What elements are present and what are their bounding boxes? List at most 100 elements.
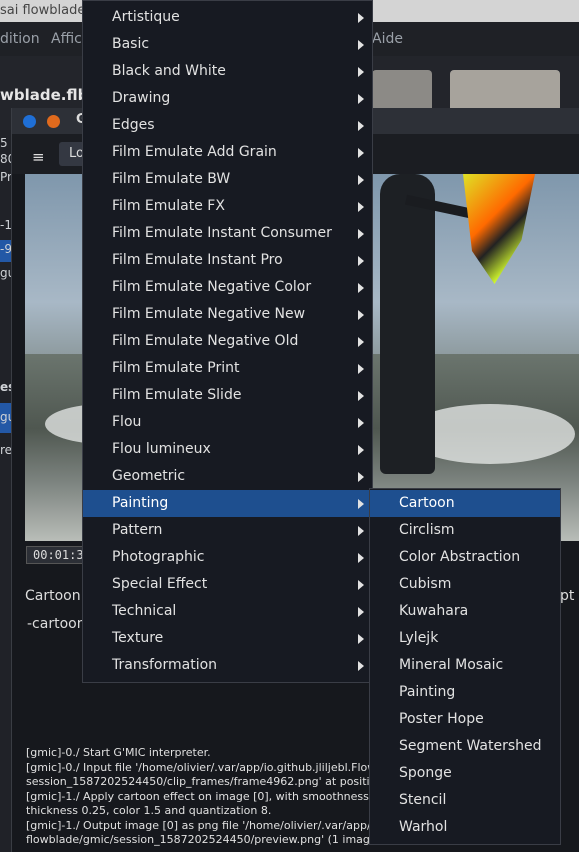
menu-item-special-effect[interactable]: Special Effect bbox=[83, 571, 372, 598]
chevron-right-icon bbox=[358, 364, 364, 374]
menu-item-label: Film Emulate Instant Pro bbox=[112, 252, 283, 268]
menu-item-flou-lumineux[interactable]: Flou lumineux bbox=[83, 436, 372, 463]
menu-item-black-and-white[interactable]: Black and White bbox=[83, 58, 372, 85]
menu-item-label: Film Emulate FX bbox=[112, 198, 225, 214]
menu-item-label: Painting bbox=[112, 495, 169, 511]
menu-item-basic[interactable]: Basic bbox=[83, 31, 372, 58]
chevron-right-icon bbox=[358, 337, 364, 347]
menu-item-geometric[interactable]: Geometric bbox=[83, 463, 372, 490]
filter-command: -cartoon bbox=[27, 616, 86, 632]
submenu-item-lylejk[interactable]: Lylejk bbox=[370, 625, 560, 652]
chevron-right-icon bbox=[358, 229, 364, 239]
menu-item-edges[interactable]: Edges bbox=[83, 112, 372, 139]
submenu-item-color-abstraction[interactable]: Color Abstraction bbox=[370, 544, 560, 571]
app-title: sai flowblade bbox=[0, 3, 86, 18]
close-icon[interactable] bbox=[23, 115, 36, 128]
filter-category-menu: Artistique Basic Black and White Drawing… bbox=[82, 0, 373, 683]
submenu-item-cubism[interactable]: Cubism bbox=[370, 571, 560, 598]
hamburger-icon[interactable]: ≡ bbox=[32, 148, 45, 166]
chevron-right-icon bbox=[358, 391, 364, 401]
chevron-right-icon bbox=[358, 472, 364, 482]
chevron-right-icon bbox=[358, 553, 364, 563]
menu-edition[interactable]: dition bbox=[0, 31, 40, 47]
submenu-item-painting[interactable]: Painting bbox=[370, 679, 560, 706]
menu-item-label: Film Emulate Negative Color bbox=[112, 279, 312, 295]
chevron-right-icon bbox=[358, 121, 364, 131]
chevron-right-icon bbox=[358, 580, 364, 590]
menu-item-label: Basic bbox=[112, 36, 150, 52]
menu-item-transformation[interactable]: Transformation bbox=[83, 652, 372, 679]
chevron-right-icon bbox=[358, 40, 364, 50]
menu-item-label: Geometric bbox=[112, 468, 186, 484]
menu-item-texture[interactable]: Texture bbox=[83, 625, 372, 652]
project-name: wblade.flb bbox=[0, 86, 89, 104]
painting-submenu: Cartoon Circlism Color Abstraction Cubis… bbox=[369, 488, 561, 845]
menu-item-film-bw[interactable]: Film Emulate BW bbox=[83, 166, 372, 193]
menu-item-label: Black and White bbox=[112, 63, 226, 79]
menu-item-photographic[interactable]: Photographic bbox=[83, 544, 372, 571]
menu-aide[interactable]: Aide bbox=[372, 31, 403, 47]
menu-item-flou[interactable]: Flou bbox=[83, 409, 372, 436]
chevron-right-icon bbox=[358, 13, 364, 23]
menu-item-label: Film Emulate Add Grain bbox=[112, 144, 277, 160]
menu-item-label: Texture bbox=[112, 630, 164, 646]
menu-item-film-negative-color[interactable]: Film Emulate Negative Color bbox=[83, 274, 372, 301]
menu-item-film-print[interactable]: Film Emulate Print bbox=[83, 355, 372, 382]
chevron-right-icon bbox=[358, 202, 364, 212]
menu-item-technical[interactable]: Technical bbox=[83, 598, 372, 625]
chevron-right-icon bbox=[358, 445, 364, 455]
menu-item-label: Film Emulate Print bbox=[112, 360, 240, 376]
chevron-right-icon bbox=[358, 310, 364, 320]
menu-item-painting[interactable]: Painting bbox=[83, 490, 372, 517]
menu-item-artistique[interactable]: Artistique bbox=[83, 4, 372, 31]
strip-text: 5 bbox=[0, 136, 8, 150]
menu-item-label: Transformation bbox=[112, 657, 218, 673]
menu-item-film-fx[interactable]: Film Emulate FX bbox=[83, 193, 372, 220]
menu-item-label: Technical bbox=[112, 603, 177, 619]
menu-item-film-add-grain[interactable]: Film Emulate Add Grain bbox=[83, 139, 372, 166]
chevron-right-icon bbox=[358, 94, 364, 104]
submenu-item-warhol[interactable]: Warhol bbox=[370, 814, 560, 841]
menu-item-film-instant-consumer[interactable]: Film Emulate Instant Consumer bbox=[83, 220, 372, 247]
menu-item-label: Special Effect bbox=[112, 576, 208, 592]
menu-item-label: Film Emulate BW bbox=[112, 171, 231, 187]
menu-item-film-slide[interactable]: Film Emulate Slide bbox=[83, 382, 372, 409]
param-label: pt bbox=[560, 588, 575, 604]
chevron-right-icon bbox=[358, 607, 364, 617]
submenu-item-segment-watershed[interactable]: Segment Watershed bbox=[370, 733, 560, 760]
chevron-right-icon bbox=[358, 148, 364, 158]
menu-item-label: Flou bbox=[112, 414, 142, 430]
menu-item-label: Edges bbox=[112, 117, 155, 133]
chevron-right-icon bbox=[358, 661, 364, 671]
menu-item-label: Photographic bbox=[112, 549, 205, 565]
menu-item-film-instant-pro[interactable]: Film Emulate Instant Pro bbox=[83, 247, 372, 274]
submenu-item-cartoon[interactable]: Cartoon bbox=[370, 490, 560, 517]
chevron-right-icon bbox=[358, 175, 364, 185]
menu-item-label: Film Emulate Slide bbox=[112, 387, 242, 403]
chevron-right-icon bbox=[358, 499, 364, 509]
submenu-item-circlism[interactable]: Circlism bbox=[370, 517, 560, 544]
menu-item-label: Flou lumineux bbox=[112, 441, 211, 457]
menu-item-film-negative-old[interactable]: Film Emulate Negative Old bbox=[83, 328, 372, 355]
submenu-item-sponge[interactable]: Sponge bbox=[370, 760, 560, 787]
menu-item-label: Film Emulate Instant Consumer bbox=[112, 225, 332, 241]
chevron-right-icon bbox=[358, 256, 364, 266]
chevron-right-icon bbox=[358, 418, 364, 428]
menu-item-label: Artistique bbox=[112, 9, 180, 25]
menu-item-label: Pattern bbox=[112, 522, 163, 538]
menu-item-pattern[interactable]: Pattern bbox=[83, 517, 372, 544]
menu-item-drawing[interactable]: Drawing bbox=[83, 85, 372, 112]
submenu-item-poster-hope[interactable]: Poster Hope bbox=[370, 706, 560, 733]
minimize-icon[interactable] bbox=[47, 115, 60, 128]
chevron-right-icon bbox=[358, 526, 364, 536]
submenu-item-stencil[interactable]: Stencil bbox=[370, 787, 560, 814]
preview-rider bbox=[380, 174, 435, 474]
filter-name: Cartoon bbox=[25, 588, 81, 604]
menu-item-film-negative-new[interactable]: Film Emulate Negative New bbox=[83, 301, 372, 328]
chevron-right-icon bbox=[358, 634, 364, 644]
menu-item-label: Film Emulate Negative New bbox=[112, 306, 306, 322]
submenu-item-kuwahara[interactable]: Kuwahara bbox=[370, 598, 560, 625]
chevron-right-icon bbox=[358, 283, 364, 293]
submenu-item-mineral-mosaic[interactable]: Mineral Mosaic bbox=[370, 652, 560, 679]
chevron-right-icon bbox=[358, 67, 364, 77]
